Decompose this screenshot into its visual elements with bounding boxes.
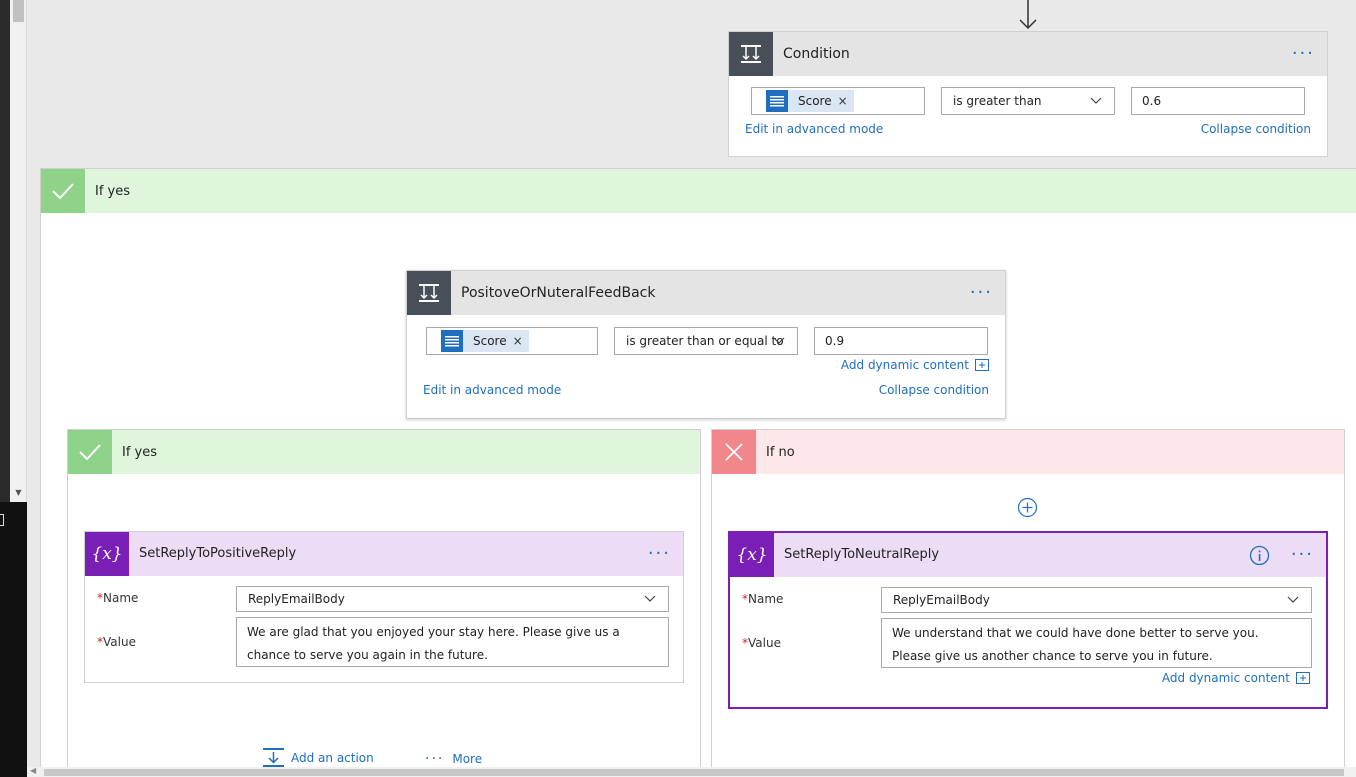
more-label: More: [452, 752, 483, 766]
token-label: Score: [798, 94, 832, 108]
dynamic-token[interactable]: Score ×: [766, 90, 854, 112]
set-variable-card-positive: {x} SetReplyToPositiveReply ··· *Name Re…: [84, 531, 684, 683]
name-value: ReplyEmailBody: [248, 592, 345, 606]
dynamic-content-icon: [766, 90, 788, 112]
outer-yes-header[interactable]: If yes: [41, 169, 1356, 213]
name-select[interactable]: ReplyEmailBody: [881, 587, 1312, 613]
nested-left-operand[interactable]: Score ×: [426, 327, 598, 355]
more-button[interactable]: ··· More: [425, 752, 482, 766]
plus-circle-icon[interactable]: [1017, 497, 1038, 518]
add-dynamic-content[interactable]: Add dynamic content: [1162, 671, 1310, 685]
outer-yes-label: If yes: [95, 184, 131, 199]
more-options-icon[interactable]: ···: [648, 545, 671, 563]
add-action-icon: [263, 748, 284, 768]
inner-yes-header[interactable]: If yes: [68, 430, 700, 474]
inner-no-header[interactable]: If no: [712, 430, 1344, 474]
operator-value: is greater than: [953, 94, 1042, 108]
vertical-scrollbar-thumb[interactable]: [13, 0, 24, 22]
condition-header[interactable]: Condition ···: [729, 32, 1327, 76]
name-value: ReplyEmailBody: [893, 593, 990, 607]
variable-icon: {x}: [730, 533, 774, 577]
dynamic-content-icon: [441, 330, 463, 352]
name-label: *Name: [97, 591, 139, 605]
vertical-scrollbar[interactable]: [10, 0, 27, 502]
operator-value: is greater than or equal to: [626, 334, 784, 348]
more-options-icon[interactable]: ···: [1292, 45, 1315, 63]
checkmark-icon: [41, 169, 85, 213]
checkmark-icon: [68, 430, 112, 474]
add-action-label: Add an action: [291, 751, 374, 765]
inner-yes-label: If yes: [122, 445, 158, 460]
add-dynamic-content-link[interactable]: Add dynamic content: [1162, 671, 1290, 685]
token-label: Score: [473, 334, 507, 348]
info-icon[interactable]: [1249, 545, 1270, 566]
condition-icon: [729, 32, 773, 76]
operator-select[interactable]: is greater than: [941, 87, 1115, 115]
add-an-action-button[interactable]: Add an action: [263, 748, 374, 768]
horizontal-scrollbar-thumb[interactable]: [44, 769, 1344, 776]
nested-condition-title: PositoveOrNuteralFeedBack: [461, 285, 656, 301]
add-dynamic-content-icon[interactable]: [975, 359, 989, 371]
inner-no-label: If no: [766, 445, 795, 460]
action-title: SetReplyToNeutralReply: [784, 547, 940, 562]
flow-arrow-icon: [1019, 0, 1037, 30]
name-label: *Name: [742, 592, 784, 606]
add-dynamic-content[interactable]: Add dynamic content: [841, 358, 989, 372]
set-variable-header[interactable]: {x} SetReplyToNeutralReply ···: [730, 533, 1326, 577]
set-variable-header[interactable]: {x} SetReplyToPositiveReply ···: [85, 532, 683, 576]
condition-value-input[interactable]: 0.6: [1131, 87, 1305, 115]
value-label: *Value: [97, 635, 136, 649]
variable-icon: {x}: [85, 532, 129, 576]
dynamic-token[interactable]: Score ×: [441, 330, 529, 352]
set-variable-card-neutral[interactable]: {x} SetReplyToNeutralReply ··· *Name Rep…: [728, 531, 1328, 709]
value-textarea[interactable]: We understand that we could have done be…: [881, 618, 1312, 668]
window-edge-lower: [0, 502, 27, 777]
nested-value-input[interactable]: 0.9: [814, 327, 988, 355]
chevron-down-icon: [773, 337, 785, 344]
operator-select[interactable]: is greater than or equal to: [614, 327, 798, 355]
chevron-down-icon: [1090, 97, 1102, 104]
chevron-down-icon: [644, 595, 656, 602]
value-label: *Value: [742, 636, 781, 650]
condition-left-operand[interactable]: Score ×: [751, 87, 925, 115]
condition-card: Condition ··· Score × is greater than 0.…: [728, 31, 1328, 157]
window-edge-marker: [0, 514, 4, 526]
collapse-condition-link[interactable]: Collapse condition: [1201, 122, 1311, 136]
add-dynamic-content-icon[interactable]: [1296, 672, 1310, 684]
add-dynamic-content-link[interactable]: Add dynamic content: [841, 358, 969, 372]
more-dots-icon: ···: [425, 751, 445, 767]
condition-icon: [407, 271, 451, 315]
collapse-condition-link[interactable]: Collapse condition: [879, 383, 989, 397]
remove-token-icon[interactable]: ×: [838, 94, 854, 108]
nested-condition-header[interactable]: PositoveOrNuteralFeedBack ···: [407, 271, 1005, 315]
nested-condition-card: PositoveOrNuteralFeedBack ··· Score × is…: [406, 270, 1006, 419]
more-options-icon[interactable]: ···: [1291, 546, 1314, 564]
more-options-icon[interactable]: ···: [970, 284, 993, 302]
condition-title: Condition: [783, 46, 850, 62]
edit-advanced-mode-link[interactable]: Edit in advanced mode: [745, 122, 883, 136]
scroll-down-arrow-icon[interactable]: ▼: [13, 488, 24, 498]
remove-token-icon[interactable]: ×: [513, 334, 529, 348]
name-select[interactable]: ReplyEmailBody: [236, 586, 669, 612]
scroll-left-arrow-icon[interactable]: ◀: [30, 766, 36, 775]
chevron-down-icon: [1287, 596, 1299, 603]
action-title: SetReplyToPositiveReply: [139, 546, 297, 561]
close-icon: [712, 430, 756, 474]
edit-advanced-mode-link[interactable]: Edit in advanced mode: [423, 383, 561, 397]
value-textarea[interactable]: We are glad that you enjoyed your stay h…: [236, 617, 669, 667]
